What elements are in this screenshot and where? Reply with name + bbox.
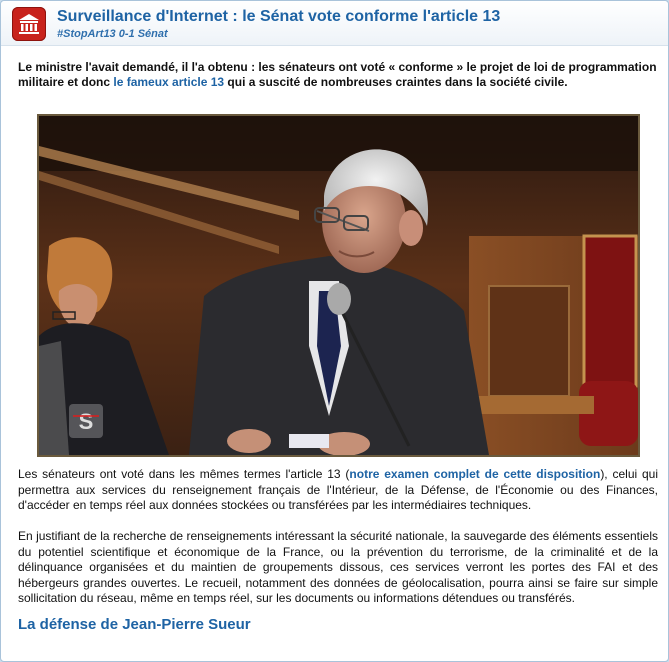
svg-text:S: S <box>79 409 94 434</box>
article-lead: Le ministre l'avait demandé, il l'a obte… <box>18 60 658 90</box>
article-13-link[interactable]: le fameux article 13 <box>113 75 224 89</box>
article-header: Surveillance d'Internet : le Sénat vote … <box>1 1 668 46</box>
public-senat-logo-icon: S <box>69 404 103 438</box>
senate-chamber-scene: S <box>39 116 638 455</box>
article-title[interactable]: Surveillance d'Internet : le Sénat vote … <box>57 8 500 26</box>
senate-building-icon <box>12 7 46 41</box>
paragraph-2: En justifiant de la recherche de renseig… <box>18 529 658 606</box>
lead-text-end: qui a suscité de nombreuses craintes dan… <box>224 75 568 89</box>
paragraph-1: Les sénateurs ont voté dans les mêmes te… <box>18 467 658 514</box>
section-heading: La défense de Jean-Pierre Sueur <box>18 616 251 633</box>
article-card: Surveillance d'Internet : le Sénat vote … <box>0 0 669 662</box>
article-tags[interactable]: #StopArt13 0-1 Sénat <box>57 28 168 40</box>
senate-video-frame[interactable]: S <box>37 114 640 457</box>
paragraph-1-start: Les sénateurs ont voté dans les mêmes te… <box>18 467 350 481</box>
full-review-link[interactable]: notre examen complet de cette dispositio… <box>349 467 600 481</box>
